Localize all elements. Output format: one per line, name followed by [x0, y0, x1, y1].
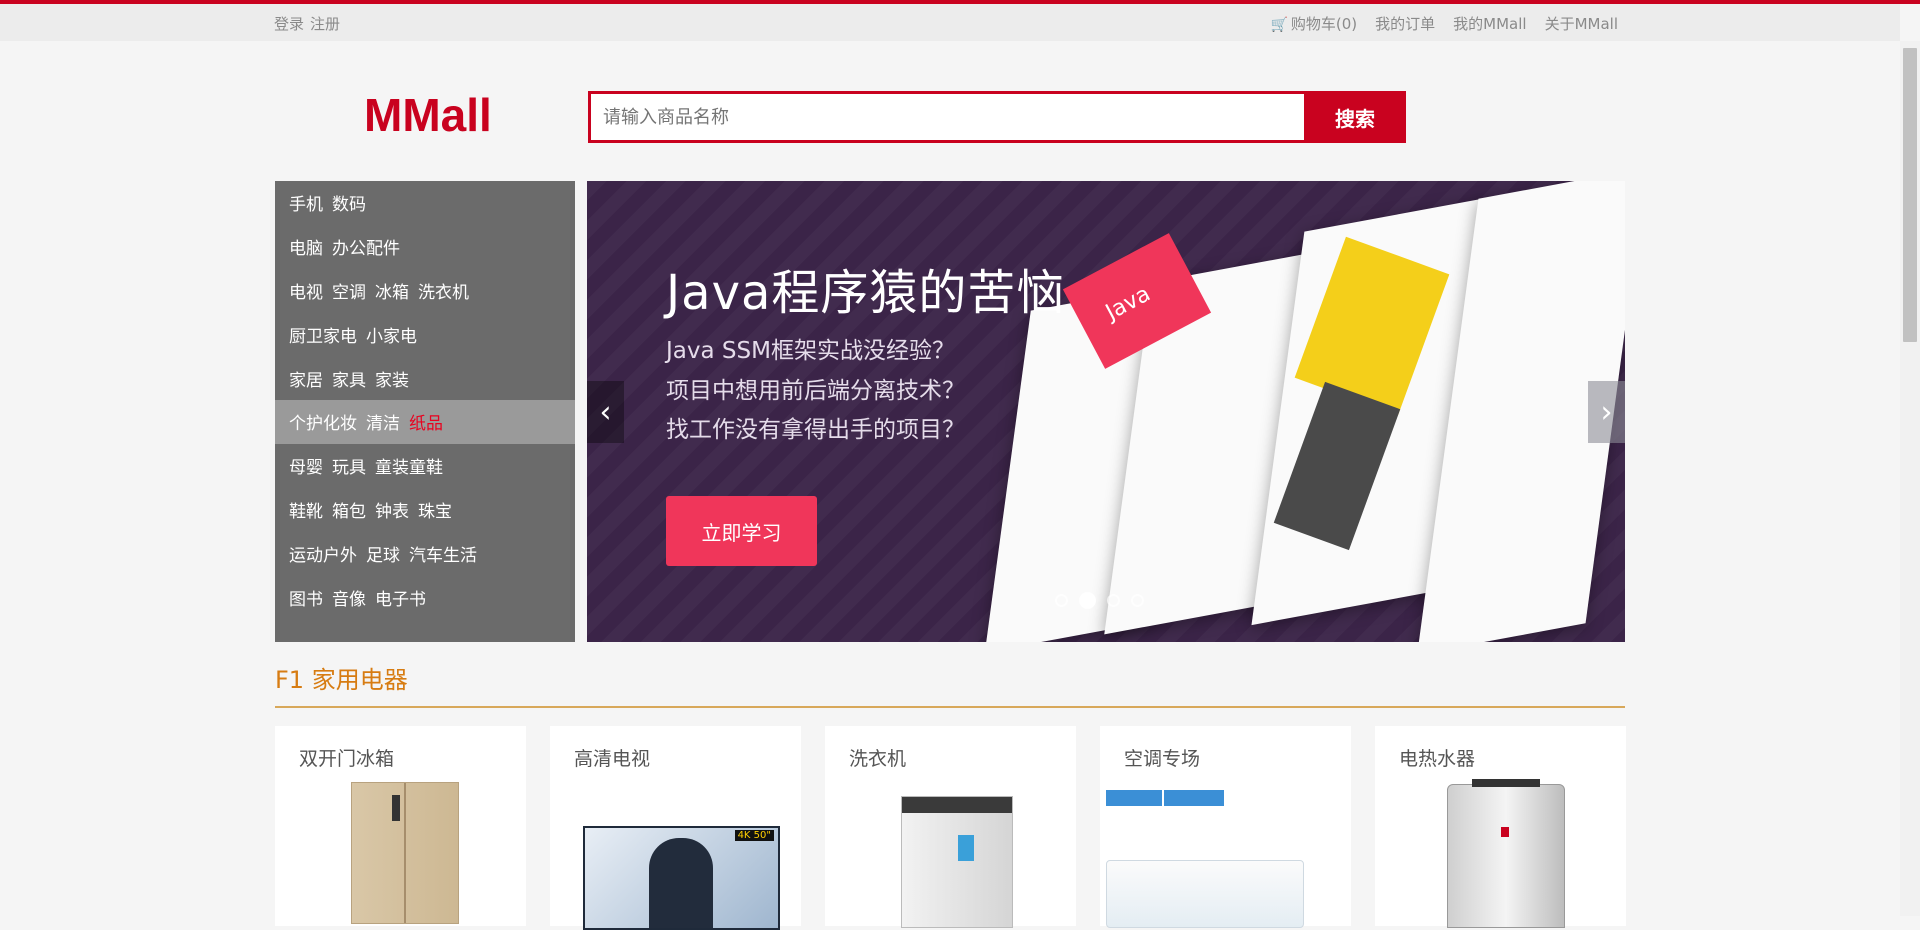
my-orders-link[interactable]: 我的订单 — [1375, 13, 1435, 34]
category-link[interactable]: 纸品 — [409, 409, 443, 434]
category-link[interactable]: 小家电 — [366, 322, 417, 347]
user-links: 🛒 购物车(0) 我的订单 我的MMall 关于MMall — [1270, 13, 1618, 34]
washer-image — [901, 796, 1013, 928]
carousel-dot[interactable] — [1079, 592, 1096, 609]
hero-carousel[interactable]: Java Java程序猿的苦恼 Java SSM框架实战没经验？ 项目中想用前后… — [587, 181, 1625, 642]
tv-image: 4K 50" — [583, 826, 780, 930]
category-link[interactable]: 数码 — [332, 190, 366, 215]
category-link[interactable]: 冰箱 — [375, 278, 409, 303]
about-link[interactable]: 关于MMall — [1545, 13, 1618, 34]
banner-line-1: Java SSM框架实战没经验？ — [666, 338, 955, 364]
cart-label: 购物车(0) — [1290, 15, 1358, 33]
category-link[interactable]: 电子书 — [375, 585, 426, 610]
product-card-tv[interactable]: 高清电视 4K 50" — [550, 726, 801, 930]
category-link[interactable]: 电视 — [289, 278, 323, 303]
category-link[interactable]: 办公配件 — [332, 234, 400, 259]
category-row[interactable]: 个护化妆 清洁 纸品 — [275, 399, 575, 444]
product-card-water-heater[interactable]: 电热水器 — [1375, 726, 1626, 928]
my-mmall-link[interactable]: 我的MMall — [1453, 13, 1526, 34]
category-row[interactable]: 手机 数码 — [275, 181, 575, 225]
category-link[interactable]: 足球 — [366, 541, 400, 566]
scrollbar-thumb[interactable] — [1903, 48, 1917, 342]
category-link[interactable]: 清洁 — [366, 409, 400, 434]
category-row[interactable]: 图书 音像 电子书 — [275, 575, 575, 619]
carousel-prev-button[interactable]: ‹ — [587, 381, 624, 443]
category-row[interactable]: 运动户外 足球 汽车生活 — [275, 531, 575, 575]
carousel-next-button[interactable]: › — [1588, 381, 1625, 443]
cart-icon: 🛒 — [1270, 17, 1288, 33]
banner-line-2: 项目中想用前后端分离技术？ — [666, 378, 965, 404]
product-name: 电热水器 — [1399, 748, 1476, 770]
category-link[interactable]: 手机 — [289, 190, 323, 215]
category-link[interactable]: 空调 — [332, 278, 366, 303]
category-link[interactable]: 家装 — [375, 366, 409, 391]
product-card-washer[interactable]: 洗衣机 — [825, 726, 1076, 928]
category-link[interactable]: 钟表 — [375, 497, 409, 522]
category-row[interactable]: 家居 家具 家装 — [275, 356, 575, 400]
cart-link[interactable]: 🛒 购物车(0) — [1270, 13, 1357, 34]
top-nav-bar: 登录 注册 🛒 购物车(0) 我的订单 我的MMall 关于MMall — [0, 4, 1900, 41]
category-link[interactable]: 图书 — [289, 585, 323, 610]
product-name: 双开门冰箱 — [299, 748, 395, 770]
product-name: 高清电视 — [574, 748, 651, 770]
category-link[interactable]: 厨卫家电 — [289, 322, 357, 347]
search-button[interactable]: 搜索 — [1304, 91, 1406, 143]
ac-image — [1106, 790, 1346, 928]
category-row[interactable]: 电脑 办公配件 — [275, 225, 575, 269]
category-link[interactable]: 家居 — [289, 366, 323, 391]
banner-line-3: 找工作没有拿得出手的项目？ — [666, 417, 965, 443]
carousel-dot[interactable] — [1131, 594, 1144, 607]
category-link[interactable]: 童装童鞋 — [375, 453, 443, 478]
category-link[interactable]: 玩具 — [332, 453, 366, 478]
chevron-left-icon: ‹ — [599, 394, 612, 430]
category-link[interactable]: 珠宝 — [418, 497, 452, 522]
product-name: 空调专场 — [1124, 748, 1201, 770]
category-link[interactable]: 音像 — [332, 585, 366, 610]
water-heater-image — [1447, 779, 1565, 928]
carousel-dot[interactable] — [1107, 594, 1120, 607]
category-link[interactable]: 运动户外 — [289, 541, 357, 566]
category-link[interactable]: 个护化妆 — [289, 409, 357, 434]
floor-divider — [275, 706, 1625, 708]
register-link[interactable]: 注册 — [310, 15, 340, 33]
category-link[interactable]: 电脑 — [289, 234, 323, 259]
fridge-image — [351, 782, 459, 924]
product-card-fridge[interactable]: 双开门冰箱 — [275, 726, 526, 926]
category-row[interactable]: 厨卫家电 小家电 — [275, 312, 575, 356]
category-row[interactable]: 母婴 玩具 童装童鞋 — [275, 444, 575, 488]
carousel-dot[interactable] — [1055, 594, 1068, 607]
product-name: 洗衣机 — [849, 748, 907, 770]
learn-now-button[interactable]: 立即学习 — [666, 496, 817, 566]
chevron-right-icon: › — [1600, 394, 1613, 430]
product-card-ac[interactable]: 空调专场 — [1100, 726, 1351, 928]
category-row[interactable]: 鞋靴 箱包 钟表 珠宝 — [275, 488, 575, 532]
auth-links: 登录 注册 — [274, 13, 346, 34]
login-link[interactable]: 登录 — [274, 15, 304, 33]
carousel-indicators — [1055, 592, 1144, 609]
category-menu: 手机 数码 电脑 办公配件 电视 空调 冰箱 洗衣机 厨卫家电 小家电 家居 家具 家装 个护化妆 清洁 纸品… — [275, 181, 575, 642]
search-input[interactable] — [588, 91, 1310, 143]
banner-title: Java程序猿的苦恼 — [666, 265, 1066, 321]
category-link[interactable]: 箱包 — [332, 497, 366, 522]
category-link[interactable]: 洗衣机 — [418, 278, 469, 303]
floor-title: F1 家用电器 — [275, 666, 408, 694]
category-link[interactable]: 母婴 — [289, 453, 323, 478]
category-row[interactable]: 电视 空调 冰箱 洗衣机 — [275, 269, 575, 313]
category-link[interactable]: 汽车生活 — [409, 541, 477, 566]
category-link[interactable]: 鞋靴 — [289, 497, 323, 522]
category-link[interactable]: 家具 — [332, 366, 366, 391]
site-logo[interactable]: MMall — [364, 88, 492, 142]
